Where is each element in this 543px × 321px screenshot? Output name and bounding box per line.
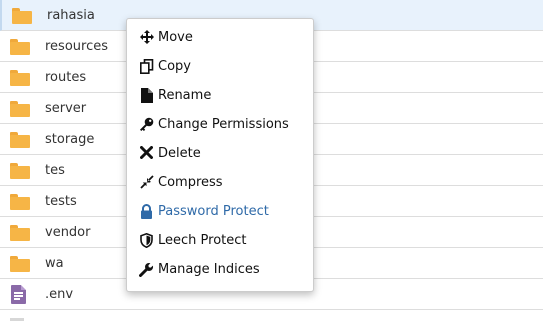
menu-item-label: Manage Indices [158, 262, 260, 277]
file-name: storage [45, 132, 95, 147]
file-name: resources [45, 39, 109, 54]
context-menu: Move Copy Rename Change Permissions Dele… [126, 18, 314, 292]
menu-item-compress[interactable]: Compress [127, 168, 313, 197]
copy-icon [139, 59, 154, 74]
file-name: wa [45, 256, 64, 271]
file-name: rahasia [47, 8, 95, 23]
wrench-icon [139, 262, 154, 277]
folder-icon [10, 225, 30, 241]
file-icon [139, 88, 154, 103]
file-name: tests [45, 194, 77, 209]
menu-item-label: Delete [158, 146, 201, 161]
menu-item-change-permissions[interactable]: Change Permissions [127, 110, 313, 139]
lock-icon [139, 204, 154, 219]
menu-item-label: Password Protect [158, 204, 269, 219]
compress-icon [139, 175, 154, 190]
menu-item-label: Move [158, 30, 193, 45]
file-name: vendor [45, 225, 91, 240]
file-row-partial [0, 317, 543, 321]
file-name: routes [45, 70, 87, 85]
menu-item-label: Rename [158, 88, 212, 103]
folder-icon [10, 132, 30, 148]
menu-item-rename[interactable]: Rename [127, 81, 313, 110]
key-icon [139, 117, 154, 132]
file-name: .env [45, 287, 74, 302]
menu-item-leech-protect[interactable]: Leech Protect [127, 226, 313, 255]
menu-item-label: Compress [158, 175, 223, 190]
folder-icon [10, 163, 30, 179]
menu-item-copy[interactable]: Copy [127, 52, 313, 81]
menu-item-label: Leech Protect [158, 233, 247, 248]
menu-item-label: Change Permissions [158, 117, 289, 132]
folder-icon [10, 101, 30, 117]
text-file-icon [11, 285, 26, 304]
folder-icon [12, 8, 32, 24]
file-name: tes [45, 163, 65, 178]
folder-icon [10, 256, 30, 272]
menu-item-move[interactable]: Move [127, 23, 313, 52]
menu-item-delete[interactable]: Delete [127, 139, 313, 168]
folder-icon [10, 194, 30, 210]
move-icon [139, 30, 154, 45]
shield-icon [139, 232, 154, 249]
file-name: server [45, 101, 87, 116]
folder-icon [10, 70, 30, 86]
menu-item-password-protect[interactable]: Password Protect [127, 197, 313, 226]
menu-item-manage-indices[interactable]: Manage Indices [127, 255, 313, 284]
close-icon [139, 146, 154, 161]
folder-icon [10, 39, 30, 55]
menu-item-label: Copy [158, 59, 191, 74]
